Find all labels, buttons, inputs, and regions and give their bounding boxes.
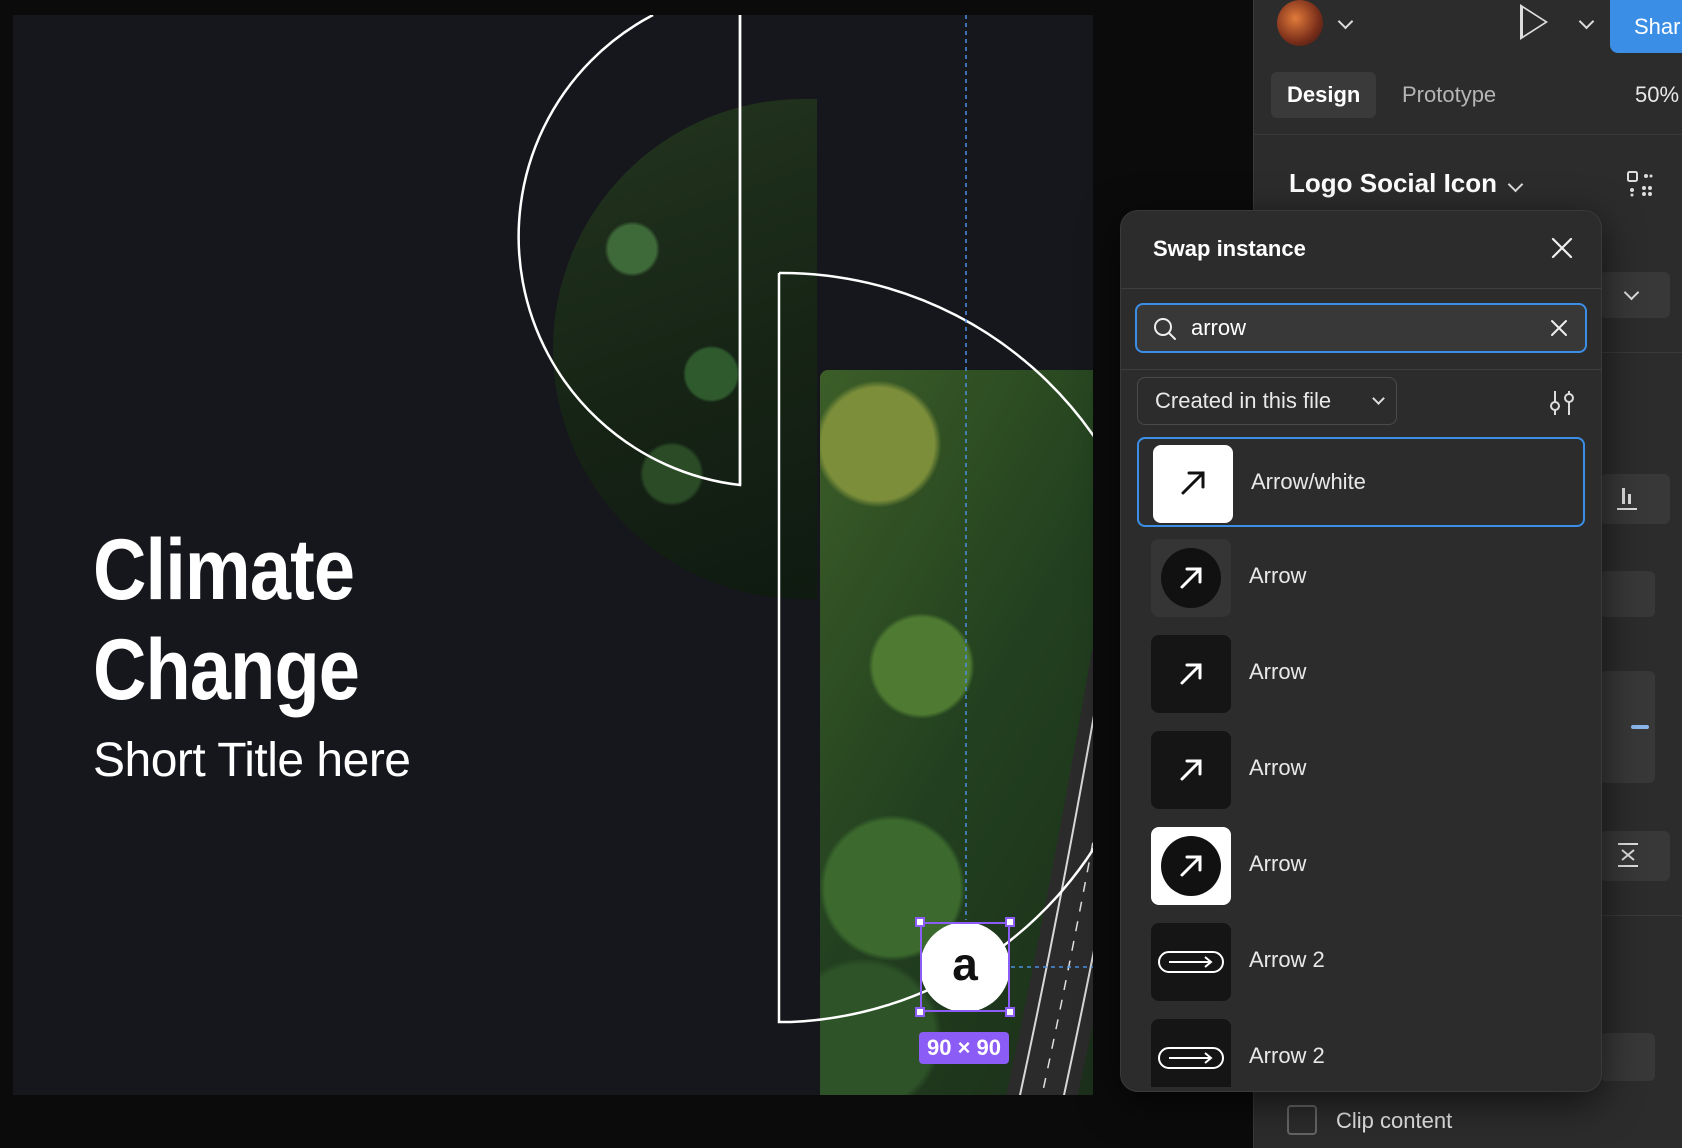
result-item[interactable]: Arrow bbox=[1137, 629, 1585, 719]
results-list: Arrow/white Arrow Arrow Arrow Arrow Arro… bbox=[1135, 437, 1591, 1087]
filter-icon[interactable] bbox=[1548, 389, 1576, 417]
arrow-2-thumbnail bbox=[1151, 1019, 1231, 1087]
subtitle[interactable]: Short Title here bbox=[93, 733, 411, 788]
popover-title: Swap instance bbox=[1153, 236, 1306, 261]
selection-box bbox=[920, 922, 1010, 1012]
align-bottom-icon bbox=[1617, 488, 1637, 510]
result-item-label: Arrow bbox=[1249, 755, 1307, 780]
zoom-level[interactable]: 50% bbox=[1635, 82, 1679, 108]
resize-handle-br[interactable] bbox=[1005, 1007, 1015, 1017]
divider bbox=[1253, 134, 1682, 135]
arrow-icon bbox=[1161, 548, 1221, 608]
tab-prototype[interactable]: Prototype bbox=[1386, 72, 1512, 118]
search-input[interactable] bbox=[1191, 315, 1521, 341]
close-icon[interactable] bbox=[1549, 235, 1575, 261]
play-icon[interactable] bbox=[1520, 4, 1548, 40]
result-item[interactable]: Arrow 2 bbox=[1137, 917, 1585, 1007]
arrow-white-thumbnail bbox=[1153, 445, 1233, 523]
result-item-label: Arrow bbox=[1249, 659, 1307, 684]
clear-icon[interactable] bbox=[1549, 318, 1569, 338]
share-button[interactable]: Shar bbox=[1610, 0, 1682, 53]
user-avatar[interactable] bbox=[1277, 0, 1323, 46]
arrow-thumbnail bbox=[1151, 827, 1231, 905]
result-item-label: Arrow bbox=[1249, 851, 1307, 876]
resize-handle-bl[interactable] bbox=[915, 1007, 925, 1017]
long-arrow-icon bbox=[1158, 1047, 1224, 1069]
search-icon bbox=[1154, 318, 1176, 340]
arrow-icon bbox=[1180, 663, 1202, 685]
clip-content-label: Clip content bbox=[1336, 1108, 1453, 1133]
tab-design[interactable]: Design bbox=[1271, 72, 1377, 118]
divider bbox=[1121, 288, 1601, 289]
result-item[interactable]: Arrow 2 bbox=[1137, 1013, 1585, 1087]
clip-content-checkbox[interactable] bbox=[1287, 1105, 1317, 1135]
arrow-2-thumbnail bbox=[1151, 923, 1231, 1001]
constraint-indicator bbox=[1631, 725, 1649, 729]
result-item[interactable]: Arrow bbox=[1137, 725, 1585, 815]
property-field[interactable] bbox=[1600, 1033, 1655, 1081]
arrow-thumbnail bbox=[1151, 731, 1231, 809]
result-item-label: Arrow/white bbox=[1251, 469, 1366, 494]
property-field[interactable] bbox=[1600, 571, 1655, 617]
arrow-thumbnail bbox=[1151, 539, 1231, 617]
result-item[interactable]: Arrow bbox=[1137, 821, 1585, 911]
swap-instance-popover: Swap instance Created in this file Arrow… bbox=[1120, 210, 1602, 1092]
long-arrow-icon bbox=[1158, 951, 1224, 973]
chevron-down-icon bbox=[1372, 392, 1385, 405]
divider bbox=[1121, 369, 1601, 370]
arrow-icon bbox=[1180, 759, 1202, 781]
title-line-1[interactable]: Climate bbox=[93, 527, 355, 613]
arrow-thumbnail bbox=[1151, 635, 1231, 713]
filter-label: Created in this file bbox=[1155, 388, 1332, 413]
distribute-vertical-icon bbox=[1618, 843, 1638, 867]
result-item-label: Arrow 2 bbox=[1249, 947, 1325, 972]
component-name[interactable]: Logo Social Icon bbox=[1289, 168, 1497, 199]
library-filter-dropdown[interactable]: Created in this file bbox=[1137, 377, 1397, 425]
resize-handle-tr[interactable] bbox=[1005, 917, 1015, 927]
search-field[interactable] bbox=[1135, 303, 1587, 353]
result-item[interactable]: Arrow/white bbox=[1137, 437, 1585, 527]
grid-icon[interactable] bbox=[1627, 171, 1653, 197]
size-badge: 90 × 90 bbox=[919, 1032, 1010, 1064]
result-item[interactable]: Arrow bbox=[1137, 533, 1585, 623]
result-item-label: Arrow bbox=[1249, 563, 1307, 588]
title-line-2[interactable]: Change bbox=[93, 627, 360, 713]
result-item-label: Arrow 2 bbox=[1249, 1043, 1325, 1068]
arrow-icon bbox=[1181, 471, 1205, 495]
arrow-icon bbox=[1161, 836, 1221, 896]
resize-handle-tl[interactable] bbox=[915, 917, 925, 927]
